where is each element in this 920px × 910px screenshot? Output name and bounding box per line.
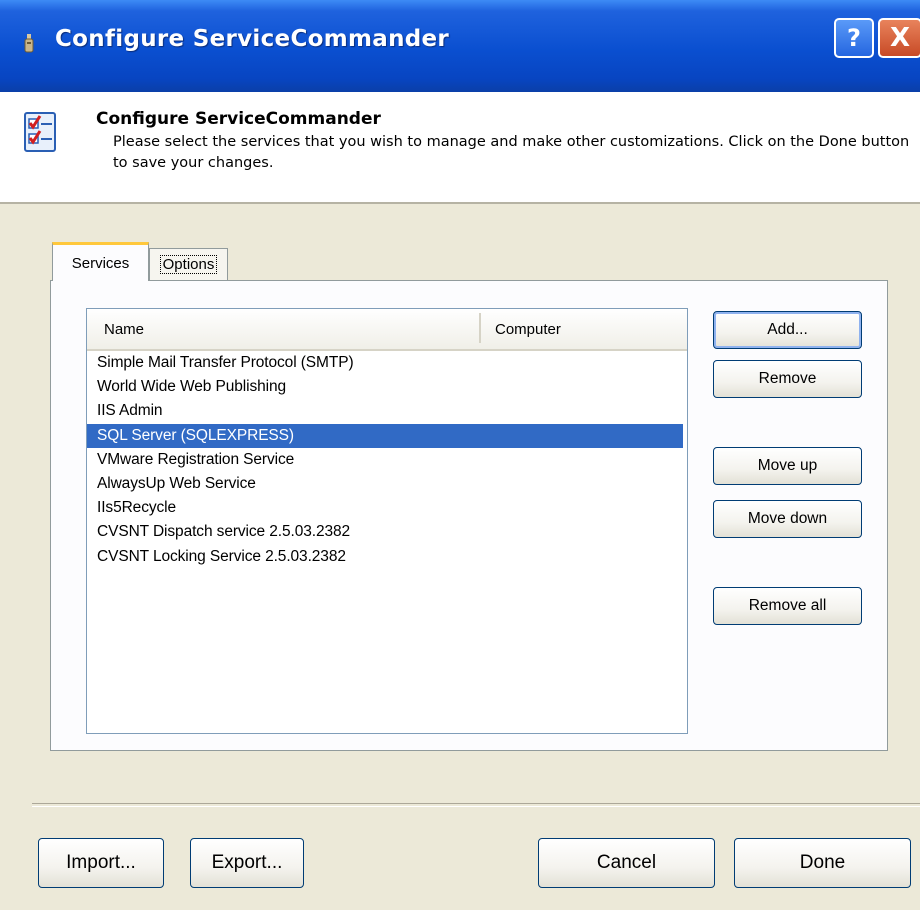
service-gear-icon [24,34,34,53]
cancel-button[interactable]: Cancel [538,838,715,888]
column-header-computer[interactable]: Computer [495,321,561,338]
add-button[interactable]: Add... [713,311,862,349]
title-bar[interactable]: Configure ServiceCommander ? X [0,0,920,92]
list-header: Name Computer [87,309,687,351]
header-title: Configure ServiceCommander [96,109,381,129]
footer-divider [32,803,920,807]
close-button[interactable]: X [878,18,920,58]
tab-options[interactable]: Options [149,248,228,280]
window-title: Configure ServiceCommander [55,26,450,52]
checklist-icon [24,112,56,152]
move-up-button[interactable]: Move up [713,447,862,485]
help-icon: ? [847,24,861,52]
import-button[interactable]: Import... [38,838,164,888]
export-button[interactable]: Export... [190,838,304,888]
column-header-name[interactable]: Name [104,321,144,338]
remove-button[interactable]: Remove [713,360,862,398]
list-item[interactable]: AlwaysUp Web Service [87,472,683,496]
list-item[interactable]: IIs5Recycle [87,496,683,520]
list-item-selected[interactable]: SQL Server (SQLEXPRESS) [87,423,683,448]
help-button[interactable]: ? [834,18,874,58]
list-rows: Simple Mail Transfer Protocol (SMTP) Wor… [87,351,687,569]
list-item[interactable]: World Wide Web Publishing [87,375,683,399]
column-divider[interactable] [479,313,481,343]
services-list[interactable]: Name Computer Simple Mail Transfer Proto… [86,308,688,734]
done-button[interactable]: Done [734,838,911,888]
list-item[interactable]: IIS Admin [87,399,683,423]
close-icon: X [889,23,911,53]
list-item[interactable]: VMware Registration Service [87,448,683,472]
tab-services[interactable]: Services [52,242,149,281]
header-description: Please select the services that you wish… [113,134,910,171]
move-down-button[interactable]: Move down [713,500,862,538]
list-item[interactable]: CVSNT Dispatch service 2.5.03.2382 [87,520,683,544]
tab-label: Services [71,254,130,272]
list-item[interactable]: CVSNT Locking Service 2.5.03.2382 [87,545,683,569]
remove-all-button[interactable]: Remove all [713,587,862,625]
dialog-header: Configure ServiceCommander Please select… [0,92,920,204]
tab-label: Options [159,255,218,274]
list-item[interactable]: Simple Mail Transfer Protocol (SMTP) [87,351,683,375]
